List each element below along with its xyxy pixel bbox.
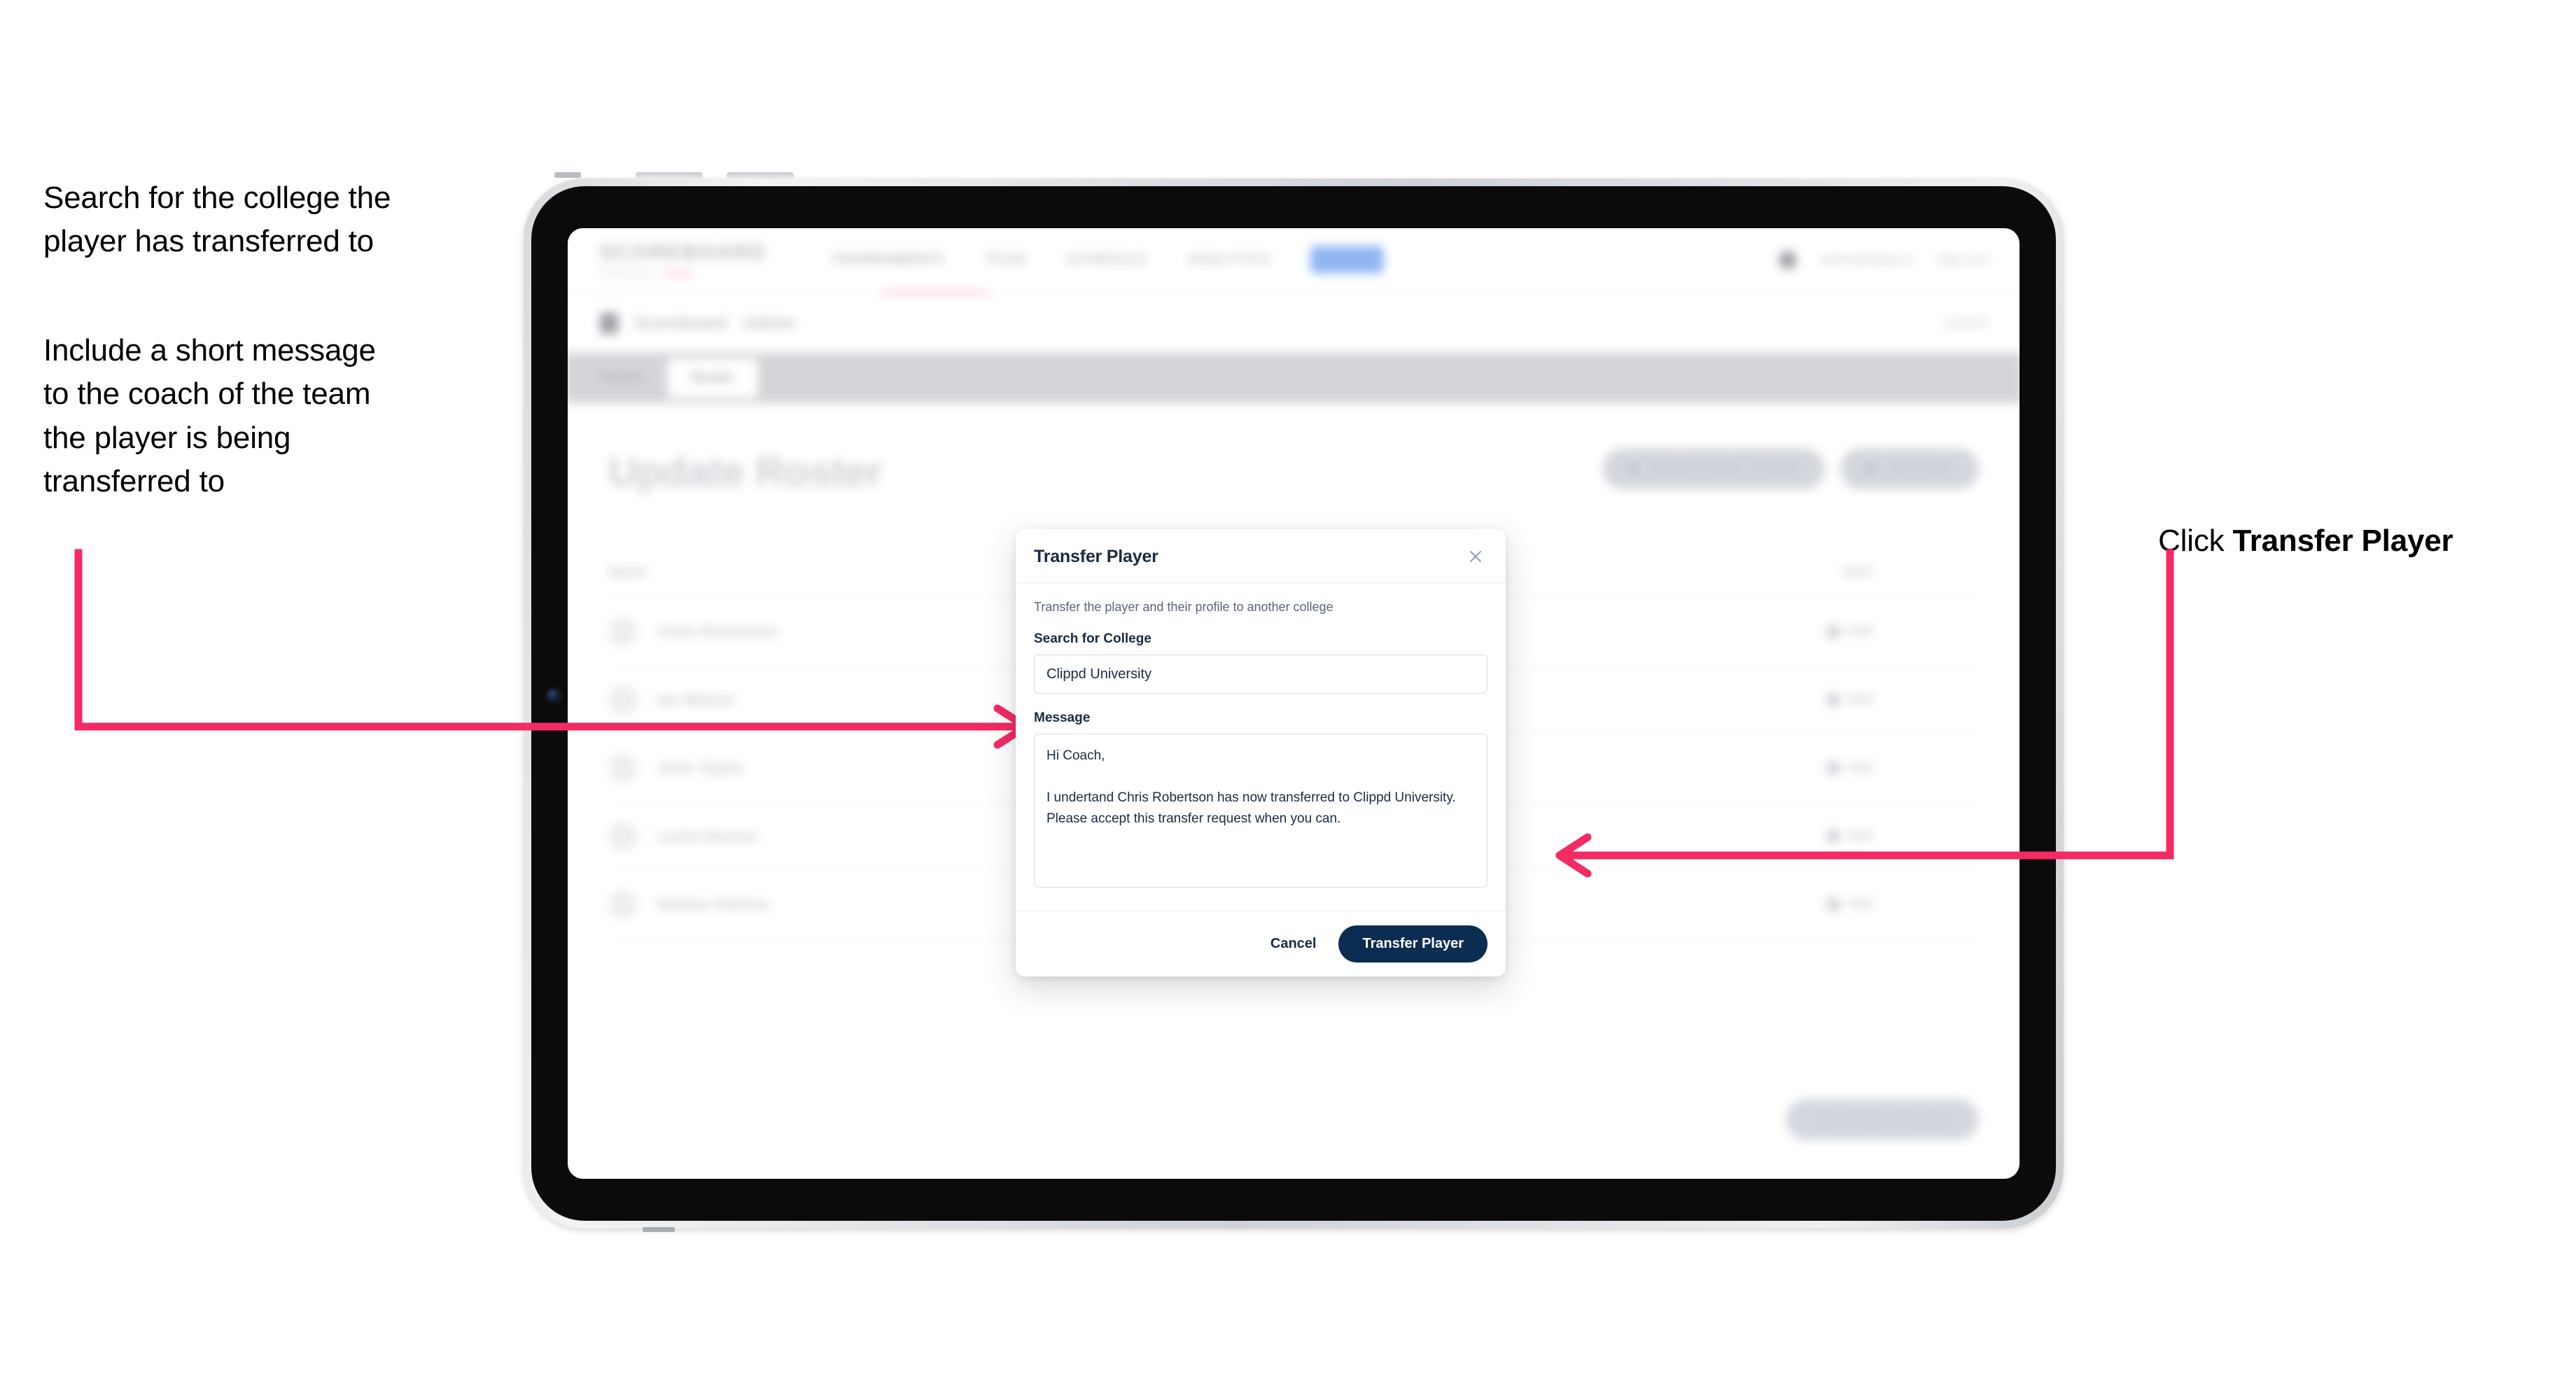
plus-icon — [1863, 462, 1877, 475]
top-navigation-bar: SCOREBOARD Powered by clippd TOURNAMENTS… — [568, 228, 2019, 295]
pencil-icon — [1824, 895, 1842, 913]
edit-action[interactable]: Edit — [1824, 827, 1979, 846]
save-roster-changes-button[interactable]: Save Roster Changes — [1785, 1099, 1979, 1140]
nav-item-tournaments[interactable]: TOURNAMENTS — [831, 251, 944, 267]
front-camera-icon — [547, 689, 561, 703]
player-name: John Taylor — [657, 759, 744, 777]
player-name: Lewis Barnes — [657, 827, 757, 845]
player-name: Chris Robertson — [657, 622, 779, 640]
nav-active-underline — [882, 290, 988, 295]
nav-sign-out[interactable]: Sign Out — [1938, 252, 1987, 267]
action-button-group: Request Player Transfer Add Player — [1602, 448, 1979, 489]
message-textarea[interactable] — [1034, 734, 1488, 888]
add-player-label: Add Player — [1885, 461, 1955, 476]
sub-header-subtitle: Admin — [743, 313, 796, 332]
request-player-transfer-button[interactable]: Request Player Transfer — [1602, 448, 1825, 489]
nav-item-analytics[interactable]: ANALYTICS — [1187, 251, 1270, 267]
logo-brand: clippd — [661, 267, 692, 279]
transfer-player-button[interactable]: Transfer Player — [1338, 925, 1488, 962]
edit-label: Edit — [1848, 828, 1874, 844]
sub-header-title: Scoreboard — [634, 313, 728, 332]
field-spacer — [1034, 694, 1488, 710]
pencil-icon — [1824, 691, 1842, 709]
transfer-icon — [1627, 462, 1640, 475]
annotation-search-college: Search for the college the player has tr… — [43, 181, 391, 259]
player-avatar — [608, 821, 638, 851]
antenna-line — [554, 172, 581, 178]
edit-action[interactable]: Edit — [1824, 622, 1979, 641]
tab-bar: Details Roster — [568, 353, 2019, 404]
edit-label: Edit — [1848, 760, 1874, 776]
search-college-input[interactable] — [1034, 654, 1488, 694]
nav-item-team[interactable]: TEAM — [985, 251, 1026, 267]
edit-label: Edit — [1848, 692, 1874, 708]
nav-right-group: admin@clippd.io Sign Out — [1778, 250, 1987, 270]
pencil-icon — [1824, 759, 1842, 778]
logo-wordmark: SCOREBOARD — [600, 241, 766, 265]
screenshot-canvas: Search for the college the player has tr… — [0, 0, 2576, 1386]
modal-body: Transfer the player and their profile to… — [1016, 583, 1506, 911]
player-name: Nathan Holmes — [657, 895, 771, 913]
tablet-bezel: SCOREBOARD Powered by clippd TOURNAMENTS… — [531, 186, 2056, 1221]
add-player-button[interactable]: Add Player — [1840, 448, 1979, 489]
player-avatar — [608, 890, 638, 920]
player-avatar — [608, 753, 638, 783]
tablet-device-frame: SCOREBOARD Powered by clippd TOURNAMENTS… — [524, 172, 2064, 1232]
app-logo[interactable]: SCOREBOARD Powered by clippd — [600, 241, 766, 278]
nav-links: TOURNAMENTS TEAM SCHEDULE ANALYTICS MORE — [831, 246, 1384, 274]
edit-action[interactable]: Edit — [1824, 895, 1979, 913]
transfer-player-modal: Transfer Player Transfer the player and … — [1016, 529, 1506, 976]
tab-roster[interactable]: Roster — [667, 358, 758, 398]
tablet-screen: SCOREBOARD Powered by clippd TOURNAMENTS… — [568, 228, 2019, 1179]
modal-header: Transfer Player — [1016, 529, 1506, 583]
volume-down-button[interactable] — [727, 172, 794, 179]
nav-item-schedule[interactable]: SCHEDULE — [1067, 251, 1147, 267]
annotation-include-message: Include a short message to the coach of … — [43, 333, 376, 499]
search-college-label: Search for College — [1034, 631, 1152, 646]
pencil-icon — [1824, 827, 1842, 846]
close-icon[interactable] — [1464, 545, 1488, 568]
pencil-icon — [1824, 622, 1842, 641]
tab-details[interactable]: Details — [576, 353, 668, 403]
cancel-button[interactable]: Cancel — [1266, 930, 1321, 958]
annotation-click-prefix: Click — [2158, 524, 2233, 559]
player-avatar — [608, 617, 638, 647]
sub-header-cancel[interactable]: Cancel — [1943, 315, 1987, 331]
sub-header-bar: Scoreboard Admin Cancel — [568, 293, 2019, 354]
annotation-click-transfer: Click Transfer Player — [2124, 476, 2572, 607]
modal-footer: Cancel Transfer Player — [1016, 911, 1506, 976]
request-transfer-label: Request Player Transfer — [1648, 461, 1801, 476]
annotation-click-bold: Transfer Player — [2232, 524, 2454, 559]
edit-label: Edit — [1848, 897, 1874, 912]
modal-title: Transfer Player — [1034, 546, 1158, 566]
user-avatar-icon[interactable] — [1778, 250, 1797, 270]
message-label: Message — [1034, 710, 1091, 725]
column-header-edit: EDIT — [1842, 564, 1874, 580]
volume-up-button[interactable] — [636, 172, 703, 179]
player-avatar — [608, 685, 638, 715]
edit-label: Edit — [1848, 624, 1874, 639]
edit-action[interactable]: Edit — [1824, 759, 1979, 778]
nav-account-email[interactable]: admin@clippd.io — [1821, 252, 1914, 267]
bottom-antenna-nub — [643, 1227, 675, 1232]
modal-description: Transfer the player and their profile to… — [1034, 600, 1334, 614]
column-header-name: Name — [608, 564, 647, 580]
edit-action[interactable]: Edit — [1824, 691, 1979, 709]
player-name: Ian Wilson — [657, 690, 735, 709]
scoreboard-icon — [600, 312, 619, 334]
nav-item-more[interactable]: MORE — [1310, 246, 1384, 274]
logo-powered-by: Powered by — [600, 267, 656, 279]
